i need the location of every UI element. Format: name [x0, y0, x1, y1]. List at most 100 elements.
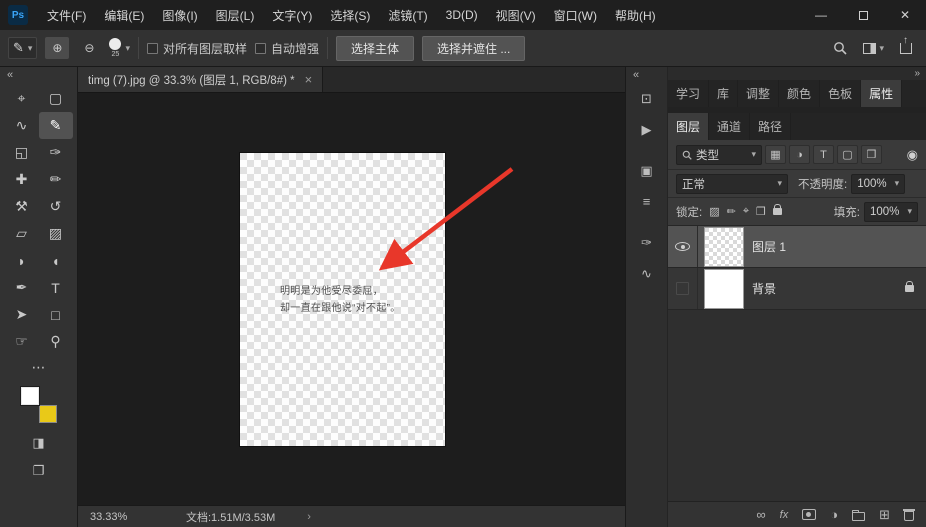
filter-shape-layers-icon[interactable]: ▢ — [837, 145, 858, 164]
device-preview-panel-icon[interactable]: ▣ — [630, 155, 664, 186]
status-chevron-icon[interactable]: › — [307, 511, 311, 523]
layer-name[interactable]: 背景 — [752, 280, 776, 297]
lock-position-icon[interactable]: ⌖ — [743, 205, 749, 218]
tool-path-selection[interactable]: ➤ — [5, 301, 39, 328]
tool-spot-healing-brush[interactable]: ✚ — [5, 166, 39, 193]
opacity-field[interactable]: 100% ▾ — [851, 174, 905, 194]
edit-toolbar-button[interactable]: ⋯ — [5, 355, 73, 379]
close-tab-icon[interactable]: × — [305, 72, 313, 87]
tool-eraser[interactable]: ▱ — [5, 220, 39, 247]
new-group-icon[interactable] — [852, 509, 865, 521]
fill-field[interactable]: 100% ▾ — [864, 202, 918, 222]
auto-enhance-checkbox[interactable]: 自动增强 — [255, 40, 319, 57]
actions-panel-icon[interactable]: ▶ — [630, 114, 664, 145]
clone-source-panel-icon[interactable]: ⊡ — [630, 83, 664, 114]
menu-window[interactable]: 窗口(W) — [545, 0, 606, 30]
tool-clone-stamp[interactable]: ⚒ — [5, 193, 39, 220]
menu-3d[interactable]: 3D(D) — [437, 0, 487, 30]
sample-all-layers-checkbox[interactable]: 对所有图层取样 — [147, 40, 247, 57]
collapse-tools-icon[interactable]: « — [0, 67, 20, 83]
tab-adjustments[interactable]: 调整 — [738, 80, 779, 107]
lock-artboard-icon[interactable]: ❒ — [756, 205, 766, 218]
visibility-cell[interactable] — [668, 268, 698, 309]
selection-add-mode-button[interactable]: ⊕ — [45, 37, 69, 59]
layer-filter-toggle[interactable]: ◉ — [907, 147, 918, 163]
share-icon[interactable] — [900, 43, 912, 54]
filter-pixel-layers-icon[interactable]: ▦ — [765, 145, 786, 164]
layer-name[interactable]: 图层 1 — [752, 238, 786, 255]
layer-row-layer-1[interactable]: 图层 1 — [668, 226, 926, 268]
tab-color[interactable]: 颜色 — [779, 80, 820, 107]
tool-hand[interactable]: ☞ — [5, 328, 39, 355]
tool-pen[interactable]: ✒ — [5, 274, 39, 301]
tab-channels[interactable]: 通道 — [709, 113, 750, 140]
lock-image-pixels-icon[interactable]: ✏ — [727, 205, 736, 218]
screen-mode-button[interactable]: ❐ — [33, 463, 45, 479]
lock-transparent-pixels-icon[interactable]: ▨ — [709, 205, 719, 218]
select-and-mask-button[interactable]: 选择并遮住 ... — [422, 36, 525, 61]
tool-zoom[interactable]: ⚲ — [39, 328, 73, 355]
tool-rectangle[interactable]: □ — [39, 301, 73, 328]
menu-select[interactable]: 选择(S) — [321, 0, 379, 30]
notes-panel-icon[interactable]: ≡ — [630, 186, 664, 217]
document-tab[interactable]: timg (7).jpg @ 33.3% (图层 1, RGB/8#) * × — [78, 67, 323, 92]
expand-panels-icon[interactable]: « — [626, 67, 646, 83]
brush-settings-panel-icon[interactable]: ✑ — [630, 227, 664, 258]
tool-blur[interactable]: ◗ — [5, 247, 39, 274]
tool-quick-selection[interactable]: ✎ — [39, 112, 73, 139]
filter-adjustment-layers-icon[interactable]: ◑ — [789, 145, 810, 164]
brush-size-picker[interactable]: 25 ▾ — [109, 38, 130, 58]
menu-file[interactable]: 文件(F) — [38, 0, 95, 30]
collapse-panels-icon[interactable]: » — [914, 68, 920, 79]
menu-image[interactable]: 图像(I) — [153, 0, 206, 30]
tab-layers[interactable]: 图层 — [668, 113, 709, 140]
menu-type[interactable]: 文字(Y) — [263, 0, 321, 30]
menu-edit[interactable]: 编辑(E) — [95, 0, 153, 30]
tool-crop[interactable]: ◱ — [5, 139, 39, 166]
tool-move[interactable]: ⌖ — [5, 85, 39, 112]
layer-filter-kind-dropdown[interactable]: 类型 ▾ — [676, 145, 762, 165]
tool-dodge[interactable]: ◖ — [39, 247, 73, 274]
tool-lasso[interactable]: ∿ — [5, 112, 39, 139]
menu-help[interactable]: 帮助(H) — [606, 0, 665, 30]
tool-history-brush[interactable]: ↺ — [39, 193, 73, 220]
layer-thumbnail[interactable] — [705, 228, 743, 266]
tab-learn[interactable]: 学习 — [668, 80, 709, 107]
document-canvas[interactable]: 明明是为他受尽委屈， 却一直在跟他说“对不起”。 — [240, 153, 445, 446]
layer-style-icon[interactable]: fx — [780, 509, 789, 521]
filter-type-layers-icon[interactable]: T — [813, 145, 834, 164]
tab-swatches[interactable]: 色板 — [820, 80, 861, 107]
filter-smart-objects-icon[interactable]: ❒ — [861, 145, 882, 164]
menu-view[interactable]: 视图(V) — [487, 0, 545, 30]
layer-thumbnail[interactable] — [705, 270, 743, 308]
tool-rectangular-marquee[interactable]: ▢ — [39, 85, 73, 112]
add-mask-icon[interactable] — [802, 509, 816, 520]
menu-filter[interactable]: 滤镜(T) — [379, 0, 436, 30]
layer-row-background[interactable]: 背景 — [668, 268, 926, 310]
close-button[interactable]: ✕ — [884, 0, 926, 30]
menu-layer[interactable]: 图层(L) — [207, 0, 264, 30]
lock-all-icon[interactable] — [773, 208, 782, 215]
tool-gradient[interactable]: ▨ — [39, 220, 73, 247]
foreground-color-swatch[interactable] — [21, 387, 39, 405]
new-layer-icon[interactable]: ⊞ — [879, 507, 890, 523]
workspace-switcher[interactable]: ▾ — [863, 43, 884, 54]
visibility-cell[interactable] — [668, 226, 698, 267]
quick-mask-button[interactable]: ◨ — [32, 435, 44, 451]
tool-preset-picker[interactable]: ✎ ▾ — [8, 37, 37, 59]
tool-type[interactable]: T — [39, 274, 73, 301]
tab-paths[interactable]: 路径 — [750, 113, 791, 140]
add-adjustment-layer-icon[interactable]: ◑ — [830, 507, 838, 522]
tab-properties[interactable]: 属性 — [861, 80, 902, 107]
selection-subtract-mode-button[interactable]: ⊖ — [77, 37, 101, 59]
minimize-button[interactable]: — — [800, 0, 842, 30]
select-subject-button[interactable]: 选择主体 — [336, 36, 414, 61]
tool-brush[interactable]: ✏ — [39, 166, 73, 193]
canvas[interactable]: 明明是为他受尽委屈， 却一直在跟他说“对不起”。 — [78, 93, 625, 505]
zoom-level-field[interactable]: 33.33% — [90, 511, 142, 523]
blend-mode-dropdown[interactable]: 正常 ▾ — [676, 174, 788, 194]
paragraph-panel-icon[interactable]: ∿ — [630, 258, 664, 289]
background-color-swatch[interactable] — [39, 405, 57, 423]
maximize-button[interactable] — [842, 0, 884, 30]
link-layers-icon[interactable]: ∞ — [756, 507, 765, 522]
